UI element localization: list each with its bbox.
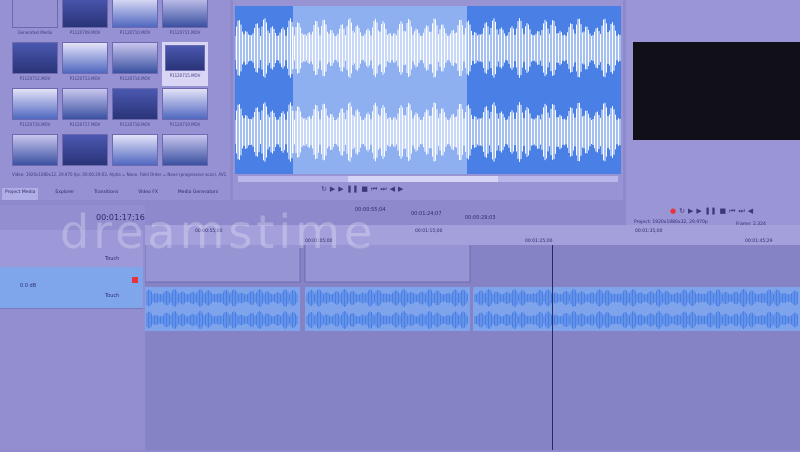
trimmer-waveform[interactable] <box>234 6 621 174</box>
thumbnail-image <box>112 42 158 74</box>
play-from-start-icon[interactable]: ▶ <box>330 185 335 193</box>
track-level: 0.0 dB <box>20 283 37 289</box>
thumbnail-image <box>12 88 58 120</box>
thumbnail-image <box>112 88 158 120</box>
ruler-label: 00:01:35;00 <box>635 229 663 234</box>
tab-media-generators[interactable]: Media Generators <box>175 188 221 200</box>
media-thumbnail[interactable]: P1120710.MOV <box>112 0 158 40</box>
tab-project-media[interactable]: Project Media <box>2 188 39 200</box>
watermark: dreamstime <box>60 205 377 259</box>
media-thumbnail[interactable]: P1120712.MOV <box>12 42 58 86</box>
pause-icon[interactable]: ❚❚ <box>705 207 717 215</box>
video-preview-panel: ● ↻ ▶ ▶ ❚❚ ■ ⏮ ⏭ ◀ Project: 1920x1080x32, 29.970… <box>626 0 800 231</box>
prev-frame-icon[interactable]: ◀ <box>748 207 753 215</box>
trimmer-scrollbar[interactable] <box>238 176 618 182</box>
mute-indicator[interactable] <box>132 277 138 283</box>
timeline-area[interactable] <box>144 230 800 450</box>
thumbnail-image <box>62 134 108 166</box>
thumbnail-label: Generated Media <box>17 30 53 35</box>
playhead-cursor[interactable] <box>552 245 553 450</box>
project-media-panel: Generated Media P1120709.MOV P1120710.MOV P… <box>0 0 230 200</box>
trimmer-panel: ↻ ▶ ▶ ❚❚ ■ ⏮ ⏭ ◀ ▶ 00:00:55;04 00:01:24;07 00:00… <box>233 0 623 221</box>
go-start-icon[interactable]: ⏮ <box>371 185 377 194</box>
thumbnail-label: P1120712.MOV <box>19 76 51 81</box>
media-thumbnail[interactable]: P1120718.MOV <box>112 88 158 132</box>
thumbnail-label: P1120714.MOV <box>119 76 151 81</box>
preview-screen <box>633 42 800 140</box>
media-thumbnail[interactable]: Generated Media <box>12 0 58 40</box>
play-icon[interactable]: ▶ <box>688 207 693 215</box>
thumbnail-label: P1120717.MOV <box>69 122 101 127</box>
tab-transitions[interactable]: Transitions <box>91 188 121 200</box>
media-thumbnail[interactable]: P1120709.MOV <box>62 0 108 40</box>
play-icon[interactable]: ▶ <box>696 207 701 215</box>
thumbnail-label: P1120716.MOV <box>19 122 51 127</box>
go-end-icon[interactable]: ⏭ <box>738 207 744 216</box>
media-thumbnail[interactable]: P1120715.MOV <box>162 42 208 86</box>
media-thumbnail[interactable]: P1120716.MOV <box>12 88 58 132</box>
prev-frame-icon[interactable]: ◀ <box>390 185 395 193</box>
stop-icon[interactable]: ■ <box>361 185 368 193</box>
tab-explorer[interactable]: Explorer <box>52 188 77 200</box>
track-mode[interactable]: Touch <box>105 293 119 299</box>
thumbnail-label: P1120710.MOV <box>119 30 151 35</box>
go-end-icon[interactable]: ⏭ <box>380 185 386 194</box>
audio-event <box>305 287 470 331</box>
ruler-label: 00:01:25;00 <box>525 239 553 244</box>
thumbnail-label: P1120719.MOV <box>169 122 201 127</box>
trimmer-transport: ↻ ▶ ▶ ❚❚ ■ ⏮ ⏭ ◀ ▶ <box>321 185 406 194</box>
thumbnail-image <box>162 134 208 166</box>
ruler-label: 00:01:45;29 <box>745 239 773 244</box>
loop-icon[interactable]: ↻ <box>679 207 685 215</box>
preview-transport: ● ↻ ▶ ▶ ❚❚ ■ ⏮ ⏭ ◀ <box>670 207 756 216</box>
thumbnail-image <box>62 88 108 120</box>
media-thumbnail[interactable]: P1120719.MOV <box>162 88 208 132</box>
loop-icon[interactable]: ↻ <box>321 185 327 193</box>
media-thumbnail[interactable]: P1120713.MOV <box>62 42 108 86</box>
waveform-region <box>293 6 467 174</box>
window-tabs: Project Media Explorer Transitions Video… <box>0 188 230 200</box>
play-icon[interactable]: ▶ <box>338 185 343 193</box>
trimmer-out-time: 00:01:24;07 <box>411 211 442 217</box>
thumbnail-label: P1120718.MOV <box>119 122 151 127</box>
media-info: Video: 1920x1080x12, 29.970 fps, 00:00:2… <box>12 172 227 177</box>
next-frame-icon[interactable]: ▶ <box>398 185 403 193</box>
record-icon[interactable]: ● <box>670 207 676 215</box>
thumbnail-label: P1120713.MOV <box>69 76 101 81</box>
media-thumbnail[interactable]: P1120717.MOV <box>62 88 108 132</box>
audio-track-header[interactable]: 0.0 dB Touch <box>0 267 143 309</box>
thumbnail-image <box>162 0 208 28</box>
thumbnail-image <box>165 45 205 71</box>
media-thumbnail[interactable]: P1120711.MOV <box>162 0 208 40</box>
thumbnail-image <box>12 42 58 74</box>
ruler-label: 00:01:15;00 <box>415 229 443 234</box>
thumbnail-image <box>12 0 58 28</box>
go-start-icon[interactable]: ⏮ <box>729 207 735 216</box>
media-thumbnail[interactable]: P1120714.MOV <box>112 42 158 86</box>
thumbnail-label: P1120711.MOV <box>169 30 201 35</box>
pause-icon[interactable]: ❚❚ <box>347 185 359 193</box>
tab-video-fx[interactable]: Video FX <box>135 188 161 200</box>
thumbnail-image <box>162 88 208 120</box>
trimmer-length: 00:00:29;03 <box>465 215 496 221</box>
thumbnail-image <box>12 134 58 166</box>
thumbnail-image <box>112 0 158 28</box>
thumbnail-image <box>62 42 108 74</box>
thumbnail-label: P1120715.MOV <box>169 73 201 78</box>
stop-icon[interactable]: ■ <box>720 207 727 215</box>
thumbnail-image <box>112 134 158 166</box>
thumbnail-label: P1120709.MOV <box>69 30 101 35</box>
thumbnail-image <box>62 0 108 28</box>
